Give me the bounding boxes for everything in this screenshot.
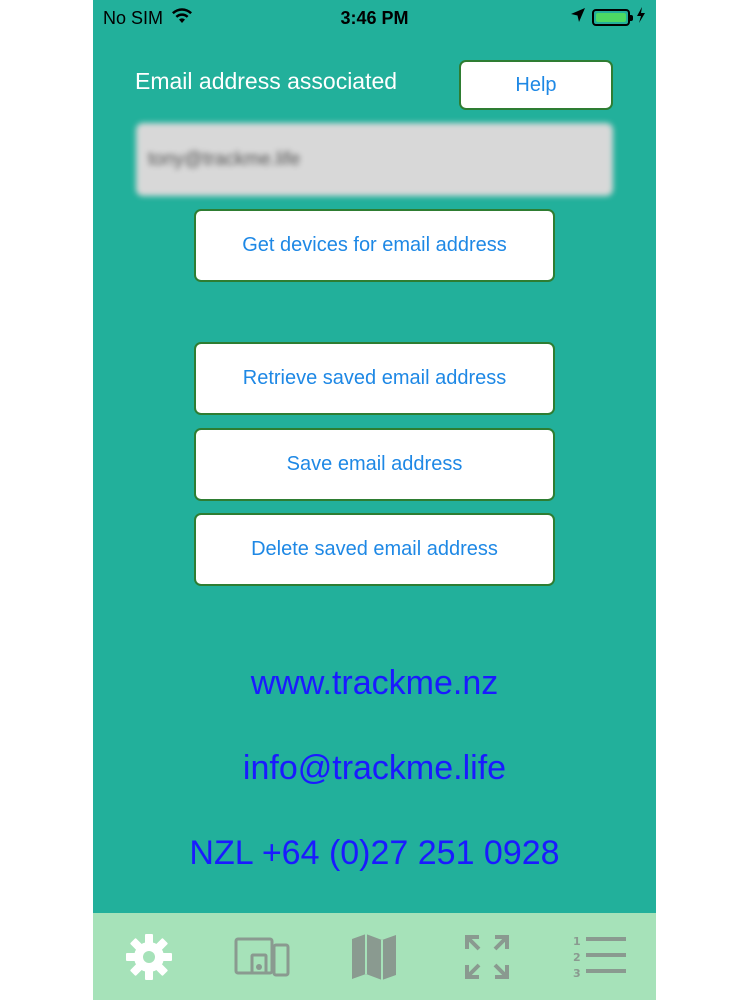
expand-icon [465, 934, 510, 979]
help-button[interactable]: Help [459, 60, 613, 110]
battery-icon [592, 9, 633, 26]
devices-icon [234, 937, 290, 976]
contact-phone-link[interactable]: NZL +64 (0)27 251 0928 [93, 834, 656, 873]
save-email-button[interactable]: Save email address [194, 428, 555, 501]
svg-text:3: 3 [573, 967, 581, 980]
retrieve-email-button[interactable]: Retrieve saved email address [194, 342, 555, 415]
status-bar: No SIM 3:46 PM [93, 0, 656, 38]
tab-map[interactable] [344, 927, 404, 987]
status-right [570, 7, 646, 28]
tab-settings[interactable] [119, 927, 179, 987]
battery-fill [596, 13, 626, 22]
tab-bar: 1 2 3 [93, 913, 656, 1000]
contact-email-link[interactable]: info@trackme.life [93, 749, 656, 788]
numbered-list-icon: 1 2 3 [573, 935, 626, 980]
tab-devices[interactable] [232, 927, 292, 987]
phone-frame: No SIM 3:46 PM Email address associated … [93, 0, 656, 1000]
email-field[interactable]: tony@trackme.life [136, 123, 613, 196]
website-link[interactable]: www.trackme.nz [93, 664, 656, 703]
svg-text:2: 2 [573, 951, 581, 964]
map-icon [352, 933, 397, 980]
tab-expand[interactable] [457, 927, 517, 987]
location-arrow-icon [570, 7, 586, 28]
svg-text:1: 1 [573, 935, 581, 948]
gear-icon [126, 933, 173, 980]
app-screen: No SIM 3:46 PM Email address associated … [93, 0, 656, 913]
tab-list[interactable]: 1 2 3 [570, 927, 630, 987]
charging-bolt-icon [636, 7, 646, 28]
get-devices-button[interactable]: Get devices for email address [194, 209, 555, 282]
delete-email-button[interactable]: Delete saved email address [194, 513, 555, 586]
email-label: Email address associated [135, 68, 398, 94]
